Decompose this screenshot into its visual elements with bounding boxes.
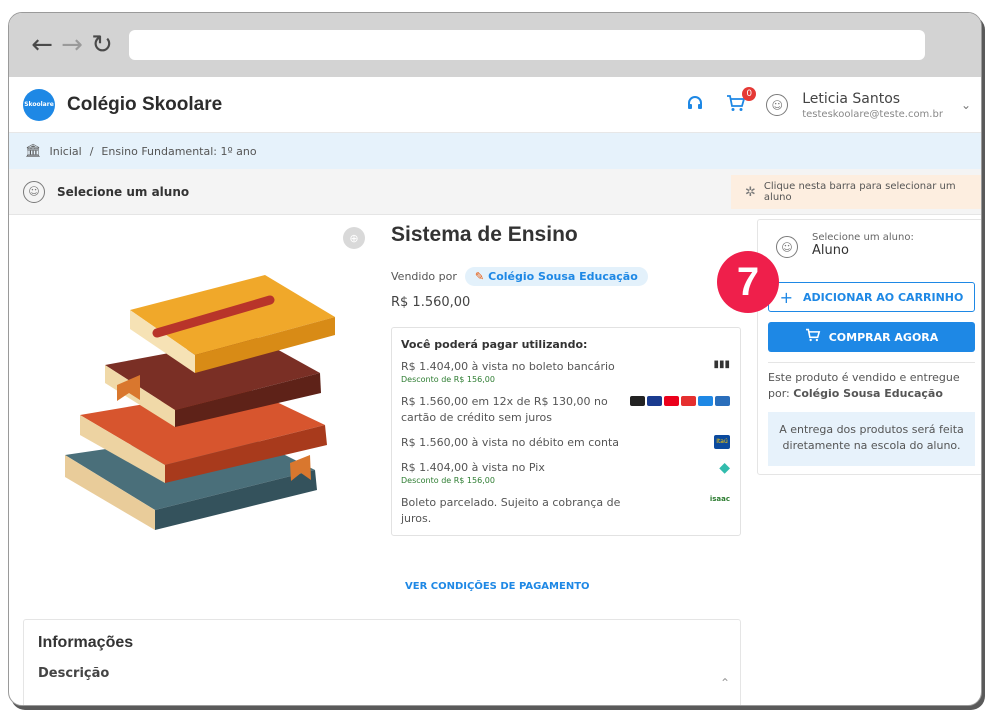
student-selector[interactable]: ☺ Selecione um aluno: Aluno <box>758 220 981 258</box>
seller-chip[interactable]: ✎ Colégio Sousa Educação <box>464 267 648 286</box>
address-bar[interactable] <box>129 30 925 60</box>
zoom-icon[interactable]: ⊕ <box>343 227 365 249</box>
description-toggle[interactable]: Descrição <box>38 666 726 681</box>
user-email: testeskoolare@teste.com.br <box>802 108 943 120</box>
cart-icon <box>805 328 821 346</box>
itau-icon: Itaú <box>714 435 730 449</box>
add-to-cart-label: ADICIONAR AO CARRINHO <box>803 290 964 304</box>
breadcrumb: 🏛 Inicial / Ensino Fundamental: 1º ano <box>9 133 981 169</box>
barcode-icon: ▮▮▮ <box>713 359 730 370</box>
product-title: Sistema de Ensino <box>391 223 578 246</box>
student-select-bar[interactable]: ☺ Selecione um aluno ✲ Clique nesta barr… <box>9 169 981 215</box>
user-info[interactable]: Leticia Santos testeskoolare@teste.com.b… <box>802 91 943 120</box>
cart-button[interactable]: 0 <box>726 87 757 117</box>
buy-now-label: COMPRAR AGORA <box>828 330 939 344</box>
product-content: ⊕ Sistema de Ensino Vendido por ✎ Colégio… <box>9 215 981 705</box>
info-title: Informações <box>38 634 134 651</box>
logo[interactable]: Skoolare <box>23 88 55 121</box>
payment-option-row: R$ 1.560,00 à vista no débito em conta I… <box>401 435 730 451</box>
browser-toolbar: ← → ↻ <box>9 13 981 77</box>
cart-count-badge: 0 <box>742 87 757 101</box>
hint-text: Clique nesta barra para selecionar um al… <box>763 181 956 203</box>
seller-logo-icon: ✎ <box>474 270 485 283</box>
user-icon: ☺ <box>23 180 45 203</box>
user-icon: ☺ <box>776 236 798 258</box>
chevron-down-icon[interactable]: ⌄ <box>961 98 971 112</box>
purchase-panel: ☺ Selecione um aluno: Aluno + ADICIONAR … <box>757 219 981 475</box>
chevron-up-icon[interactable]: ⌃ <box>720 676 730 690</box>
header-actions: 0 ☺ Leticia Santos testeskoolare@teste.c… <box>686 83 971 127</box>
student-select-label: Selecione um aluno <box>57 184 190 199</box>
payment-options: Você poderá pagar utilizando: R$ 1.404,0… <box>391 327 741 536</box>
add-to-cart-button[interactable]: + ADICIONAR AO CARRINHO <box>768 282 975 312</box>
student-selector-label: Selecione um aluno: <box>812 232 914 243</box>
sold-by-label: Vendido por <box>391 270 457 283</box>
card-brands-icon <box>630 396 730 406</box>
product-price: R$ 1.560,00 <box>391 295 471 310</box>
student-selector-value: Aluno <box>812 243 849 258</box>
reload-icon[interactable]: ↻ <box>87 30 117 60</box>
forward-icon[interactable]: → <box>57 30 87 60</box>
payment-option-row: R$ 1.560,00 em 12x de R$ 130,00 no cartã… <box>401 394 730 426</box>
user-avatar-icon[interactable]: ☺ <box>766 94 789 116</box>
payment-text: Boleto parcelado. Sujeito a cobrança de … <box>401 496 621 525</box>
pix-icon: ◆ <box>719 460 730 476</box>
payment-text: R$ 1.560,00 à vista no débito em conta <box>401 436 620 449</box>
books-image <box>65 275 335 530</box>
buy-now-button[interactable]: COMPRAR AGORA <box>768 322 975 352</box>
headset-icon[interactable] <box>686 94 704 117</box>
sold-info: Este produto é vendido e entregue por: C… <box>768 370 975 402</box>
payment-conditions-link[interactable]: VER CONDIÇÕES DE PAGAMENTO <box>405 581 590 592</box>
sold-info-seller: Colégio Sousa Educação <box>793 387 943 400</box>
info-section: Informações Descrição ⌃ <box>23 619 741 705</box>
payment-header: Você poderá pagar utilizando: <box>401 338 588 351</box>
isaac-icon: isaac <box>709 495 730 503</box>
payment-text: R$ 1.560,00 em 12x de R$ 130,00 no cartã… <box>401 395 608 424</box>
payment-text: R$ 1.404,00 à vista no boleto bancário <box>401 360 615 373</box>
payment-discount: Desconto de R$ 156,00 <box>401 375 495 384</box>
school-icon: 🏛 <box>25 143 42 159</box>
delivery-note: A entrega dos produtos será feita direta… <box>768 412 975 466</box>
sparkle-icon: ✲ <box>745 184 756 200</box>
user-name: Leticia Santos <box>802 90 901 107</box>
app-name[interactable]: Colégio Skoolare <box>67 94 222 116</box>
seller-row: Vendido por ✎ Colégio Sousa Educação <box>391 267 648 286</box>
logo-text: Skoolare <box>24 101 54 108</box>
step-marker: 7 <box>717 251 779 313</box>
payment-text: R$ 1.404,00 à vista no Pix <box>401 461 545 474</box>
breadcrumb-separator: / <box>89 144 94 158</box>
payment-option-row: R$ 1.404,00 à vista no Pix Desconto de R… <box>401 460 730 486</box>
plus-icon: + <box>779 287 794 307</box>
payment-option-row: Boleto parcelado. Sujeito a cobrança de … <box>401 495 730 527</box>
divider <box>768 362 975 363</box>
seller-name: Colégio Sousa Educação <box>488 270 638 283</box>
payment-option-row: R$ 1.404,00 à vista no boleto bancário D… <box>401 359 730 385</box>
browser-window: ← → ↻ Skoolare Colégio Skoolare 0 ☺ Leti… <box>8 12 982 706</box>
app-header: Skoolare Colégio Skoolare 0 ☺ Leticia Sa… <box>9 77 981 133</box>
student-select-hint[interactable]: ✲ Clique nesta barra para selecionar um … <box>731 175 981 209</box>
breadcrumb-home[interactable]: Inicial <box>50 145 82 158</box>
breadcrumb-current: Ensino Fundamental: 1º ano <box>101 144 257 158</box>
back-icon[interactable]: ← <box>27 30 57 60</box>
payment-discount: Desconto de R$ 156,00 <box>401 476 495 485</box>
